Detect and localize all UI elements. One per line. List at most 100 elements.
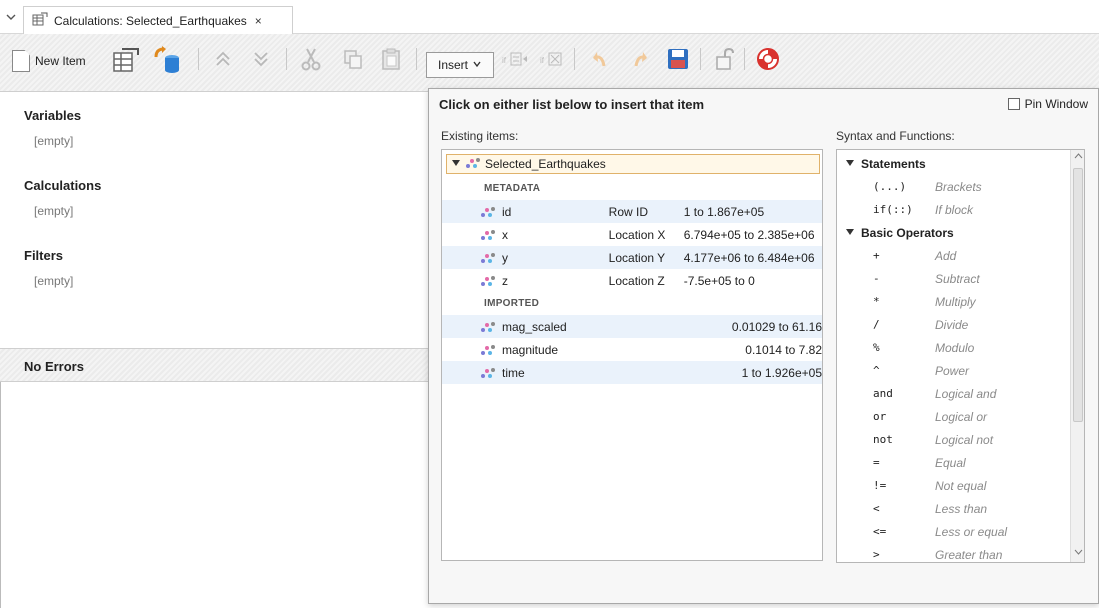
syntax-symbol: / <box>873 318 880 331</box>
variables-empty: [empty] <box>34 134 74 148</box>
vertical-scrollbar[interactable] <box>1070 150 1084 562</box>
list-item[interactable]: ^ Power <box>837 359 1069 382</box>
list-item[interactable]: magnitude 0.1014 to 7.82 <box>442 338 822 361</box>
new-item-button[interactable]: New Item <box>12 46 86 76</box>
toolbar-separator <box>286 48 287 70</box>
save-icon[interactable] <box>666 44 690 74</box>
tab-strip: Calculations: Selected_Earthquakes × <box>0 0 1099 34</box>
scrollbar-thumb[interactable] <box>1073 168 1083 422</box>
syntax-description: Less than <box>935 501 988 516</box>
list-item[interactable]: if(::) If block <box>837 198 1069 221</box>
list-item[interactable]: or Logical or <box>837 405 1069 428</box>
syntax-symbol: != <box>873 479 887 492</box>
list-item[interactable]: > Greater than <box>837 543 1069 562</box>
expand-triangle-icon[interactable] <box>451 157 461 171</box>
item-name: magnitude <box>502 342 559 357</box>
list-item[interactable]: (...) Brackets <box>837 175 1069 198</box>
syntax-symbol: % <box>873 341 880 354</box>
list-item[interactable]: / Divide <box>837 313 1069 336</box>
pin-window-label: Pin Window <box>1024 97 1088 111</box>
scroll-down-icon[interactable] <box>1074 548 1083 558</box>
remove-if-icon[interactable]: if <box>540 44 566 74</box>
tab-list-dropdown-icon[interactable] <box>4 10 20 26</box>
cut-icon[interactable] <box>300 44 322 74</box>
toolbar: New Item Insert if if <box>0 34 1099 92</box>
svg-text:if: if <box>502 56 507 65</box>
redo-icon[interactable] <box>628 44 650 74</box>
scroll-up-icon[interactable] <box>1074 152 1083 162</box>
help-lifebuoy-icon[interactable] <box>756 44 780 74</box>
points-attribute-icon <box>480 251 496 265</box>
existing-items-list[interactable]: Selected_Earthquakes METADATA id Row ID … <box>441 149 823 561</box>
filters-heading: Filters <box>24 248 64 263</box>
syntax-description: Logical not <box>935 432 994 447</box>
move-up-icon[interactable] <box>212 44 234 74</box>
list-item[interactable]: x Location X 6.794e+05 to 2.385e+06 <box>442 223 822 246</box>
checkbox-icon[interactable] <box>1007 98 1020 110</box>
list-item[interactable]: y Location Y 4.177e+06 to 6.484e+06 <box>442 246 822 269</box>
paste-icon[interactable] <box>380 44 402 74</box>
syntax-symbol: > <box>873 548 880 561</box>
points-attribute-icon <box>480 274 496 288</box>
item-type: Location Y <box>608 250 666 265</box>
expand-triangle-icon[interactable] <box>845 157 855 171</box>
list-item[interactable]: < Less than <box>837 497 1069 520</box>
statements-heading: Statements <box>861 156 926 171</box>
insert-if-before-icon[interactable]: if <box>502 44 528 74</box>
operators-group[interactable]: Basic Operators <box>837 221 1069 244</box>
list-item[interactable]: time 1 to 1.926e+05 <box>442 361 822 384</box>
list-item[interactable]: % Modulo <box>837 336 1069 359</box>
item-range: 0.1014 to 7.82 <box>745 342 822 357</box>
item-range: 0.01029 to 61.16 <box>731 319 822 334</box>
list-item[interactable]: + Add <box>837 244 1069 267</box>
undo-icon[interactable] <box>590 44 612 74</box>
svg-text:if: if <box>540 56 545 65</box>
unlock-icon[interactable] <box>714 44 736 74</box>
tab-calculations[interactable]: Calculations: Selected_Earthquakes × <box>23 6 293 34</box>
item-name: time <box>502 365 525 380</box>
list-item[interactable]: not Logical not <box>837 428 1069 451</box>
syntax-functions-list[interactable]: Statements (...) Brackets if(::) If bloc… <box>836 149 1085 563</box>
new-page-icon <box>12 50 30 72</box>
close-icon[interactable]: × <box>255 14 262 28</box>
copy-icon[interactable] <box>342 44 364 74</box>
insert-popup: Click on either list below to insert tha… <box>428 88 1099 604</box>
list-item[interactable]: z Location Z -7.5e+05 to 0 <box>442 269 822 292</box>
syntax-description: Not equal <box>935 478 987 493</box>
list-item[interactable]: id Row ID 1 to 1.867e+05 <box>442 200 822 223</box>
new-item-label: New Item <box>35 54 86 68</box>
insert-label: Insert <box>437 58 468 72</box>
list-item[interactable]: != Not equal <box>837 474 1069 497</box>
item-range: 1 to 1.867e+05 <box>683 204 765 219</box>
tab-title: Calculations: Selected_Earthquakes <box>54 13 247 28</box>
statements-group[interactable]: Statements <box>837 152 1069 175</box>
import-data-icon[interactable] <box>152 44 182 74</box>
list-item-root[interactable]: Selected_Earthquakes <box>446 154 820 174</box>
expand-triangle-icon[interactable] <box>845 226 855 240</box>
syntax-symbol: <= <box>873 525 887 538</box>
move-down-icon[interactable] <box>250 44 272 74</box>
calculator-table-icon <box>32 12 48 29</box>
list-item[interactable]: = Equal <box>837 451 1069 474</box>
new-calculation-icon[interactable] <box>108 44 140 74</box>
variables-heading: Variables <box>24 108 82 123</box>
syntax-symbol: ^ <box>873 364 880 377</box>
syntax-description: Brackets <box>935 179 982 194</box>
toolbar-separator <box>744 48 745 70</box>
list-item[interactable]: and Logical and <box>837 382 1069 405</box>
list-item[interactable]: <= Less or equal <box>837 520 1069 543</box>
insert-dropdown-button[interactable]: Insert <box>426 52 494 78</box>
syntax-symbol: if(::) <box>873 203 913 216</box>
syntax-description: Modulo <box>935 340 975 355</box>
syntax-symbol: - <box>873 272 880 285</box>
list-item[interactable]: - Subtract <box>837 267 1069 290</box>
syntax-description: Logical and <box>935 386 997 401</box>
toolbar-separator <box>416 48 417 70</box>
list-item[interactable]: mag_scaled 0.01029 to 61.16 <box>442 315 822 338</box>
item-range: 6.794e+05 to 2.385e+06 <box>683 227 815 242</box>
syntax-description: Add <box>935 248 957 263</box>
list-item[interactable]: * Multiply <box>837 290 1069 313</box>
existing-items-label: Existing items: <box>441 129 519 143</box>
pin-window-checkbox[interactable]: Pin Window <box>1007 97 1088 111</box>
item-name: z <box>502 273 508 288</box>
